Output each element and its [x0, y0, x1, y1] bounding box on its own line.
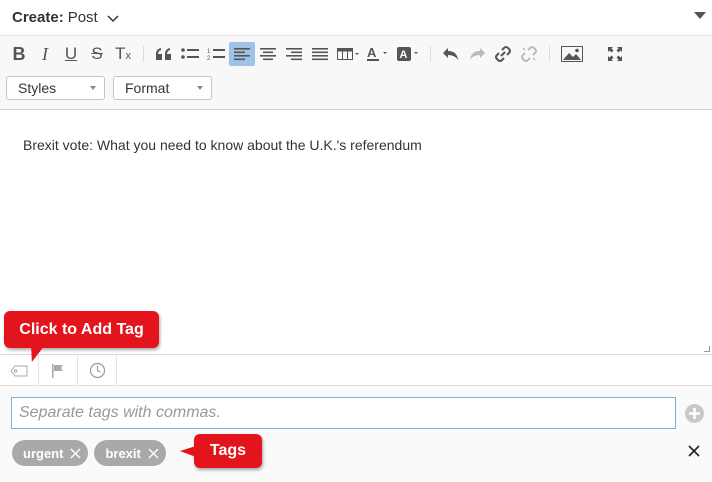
align-center-icon [260, 48, 276, 61]
schedule-button[interactable] [78, 355, 117, 386]
format-dropdown[interactable]: Format [113, 76, 212, 100]
maximize-icon [608, 47, 622, 61]
bulleted-list-button[interactable] [177, 42, 203, 66]
quote-icon [156, 48, 171, 60]
clock-icon [89, 362, 105, 379]
background-color-button[interactable]: A [393, 42, 423, 66]
redo-icon [470, 48, 485, 60]
italic-button[interactable]: I [32, 42, 58, 66]
collapse-panel-icon[interactable] [694, 12, 706, 19]
format-label: Format [125, 80, 170, 96]
resize-handle[interactable] [704, 346, 710, 352]
svg-text:1: 1 [207, 49, 211, 55]
editor-text[interactable]: Brexit vote: What you need to know about… [23, 137, 422, 153]
strikethrough-button[interactable]: S [84, 42, 110, 66]
underline-button[interactable]: U [58, 42, 84, 66]
text-color-icon: A [367, 46, 387, 61]
align-left-icon [234, 48, 250, 61]
dropdown-arrow-icon [197, 86, 203, 90]
align-left-button[interactable] [229, 42, 255, 66]
create-label: Create: [12, 9, 64, 26]
svg-text:2: 2 [207, 56, 211, 61]
tags-callout-text: Tags [209, 442, 247, 459]
styles-label: Styles [18, 80, 57, 96]
flag-button[interactable] [39, 355, 78, 386]
dropdown-arrow-icon [90, 86, 96, 90]
image-button[interactable] [557, 42, 587, 66]
table-icon [337, 48, 359, 60]
link-icon [495, 46, 511, 62]
image-icon [561, 46, 583, 62]
formatting-toolbar: B I U S Tx 12 A A Styles Format [0, 36, 712, 110]
remove-tag-button[interactable] [70, 448, 81, 459]
redo-button[interactable] [464, 42, 490, 66]
numbered-list-button[interactable]: 12 [203, 42, 229, 66]
underline-icon: U [64, 44, 78, 63]
blockquote-button[interactable] [151, 42, 177, 66]
italic-icon: I [42, 43, 48, 64]
link-button[interactable] [490, 42, 516, 66]
svg-text:A: A [400, 49, 408, 61]
plus-icon [689, 408, 700, 419]
align-center-button[interactable] [255, 42, 281, 66]
tag-chip-label: urgent [23, 445, 64, 461]
chevron-down-icon [107, 14, 119, 22]
justify-icon [312, 48, 328, 61]
remove-format-icon: Tx [115, 44, 131, 63]
add-tag-callout-text: Click to Add Tag [19, 320, 144, 338]
svg-text:A: A [367, 46, 377, 60]
table-button[interactable] [333, 42, 363, 66]
tag-panel: urgent brexit [0, 386, 712, 482]
close-icon [70, 448, 81, 458]
strikethrough-icon: S [91, 44, 103, 63]
toolbar-separator [594, 46, 595, 62]
toolbar-separator [143, 46, 144, 62]
tag-list: urgent brexit [12, 440, 166, 466]
close-icon [148, 448, 159, 458]
text-color-button[interactable]: A [363, 42, 393, 66]
tag-chip: brexit [94, 440, 166, 466]
editor-header: Create: Post [0, 0, 712, 36]
callout-pointer [180, 446, 196, 457]
background-color-icon: A [397, 47, 418, 61]
justify-button[interactable] [307, 42, 333, 66]
post-options-bar [0, 354, 712, 386]
bold-button[interactable]: B [6, 42, 32, 66]
tag-chip: urgent [12, 440, 89, 466]
content-type-value: Post [67, 9, 98, 26]
bold-icon: B [12, 43, 26, 64]
unlink-button[interactable] [516, 42, 542, 66]
unlink-icon [521, 46, 537, 62]
toolbar-separator [549, 46, 550, 62]
close-tag-panel-icon[interactable] [687, 444, 701, 458]
undo-icon [443, 48, 458, 60]
tags-callout: Tags [180, 434, 262, 468]
align-right-button[interactable] [281, 42, 307, 66]
numbered-list-icon: 12 [207, 49, 225, 61]
content-type-selector[interactable]: Create: Post [12, 9, 119, 26]
flag-icon [52, 363, 63, 378]
add-tag-submit-button[interactable] [685, 404, 704, 423]
tag-chip-label: brexit [105, 445, 141, 461]
align-right-icon [286, 48, 302, 61]
tag-icon [10, 365, 28, 376]
styles-dropdown[interactable]: Styles [6, 76, 105, 100]
undo-button[interactable] [438, 42, 464, 66]
remove-tag-button[interactable] [148, 448, 159, 459]
add-tag-callout: Click to Add Tag [4, 311, 159, 362]
maximize-button[interactable] [602, 42, 628, 66]
remove-format-button[interactable]: Tx [110, 42, 136, 66]
tag-input[interactable] [11, 397, 676, 429]
bullet-list-icon [181, 48, 199, 59]
toolbar-separator [430, 46, 431, 62]
